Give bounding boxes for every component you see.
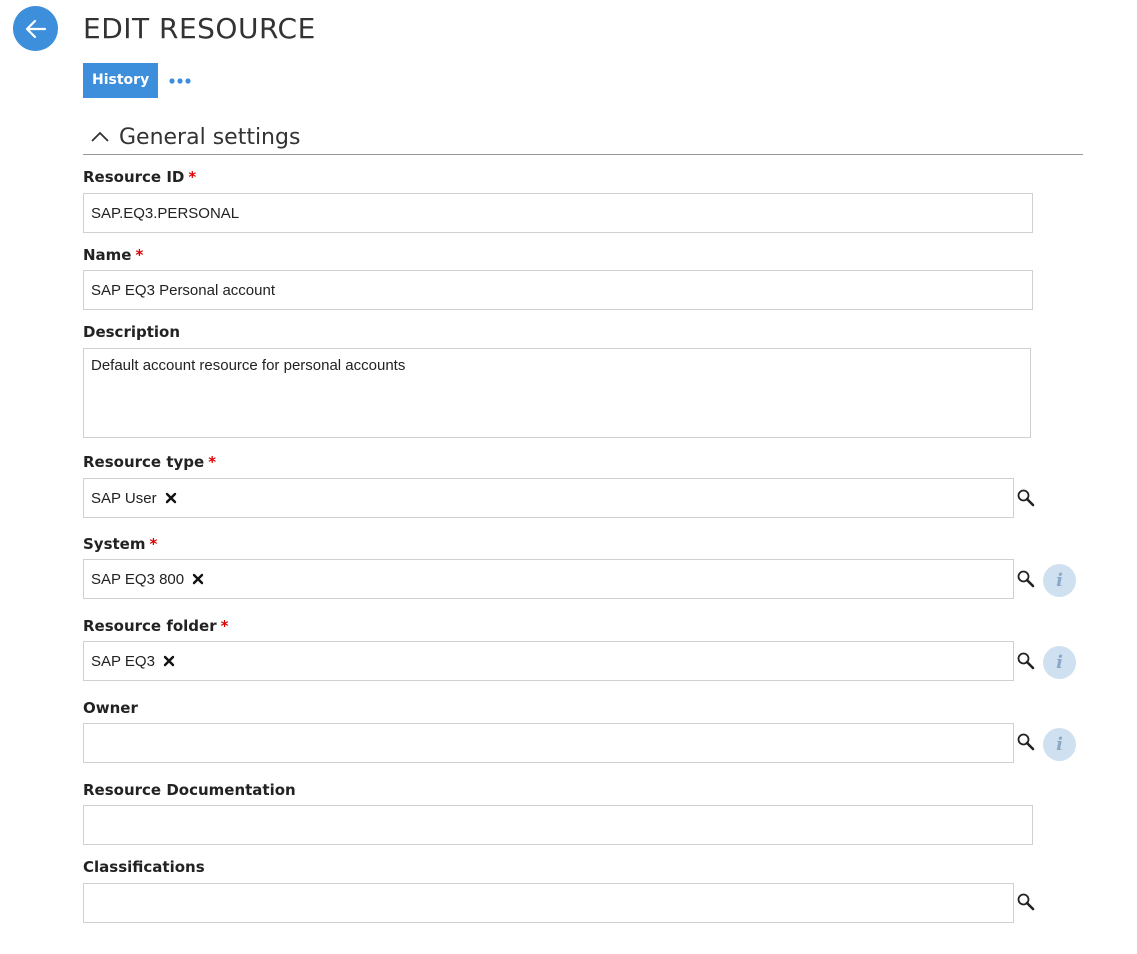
more-actions-button[interactable] — [166, 70, 194, 92]
resource-id-label-text: Resource ID — [83, 168, 185, 186]
system-input[interactable]: SAP EQ3 800 — [83, 559, 1014, 599]
resource-folder-label-text: Resource folder — [83, 617, 217, 635]
section-title: General settings — [119, 124, 301, 150]
name-label-text: Name — [83, 246, 132, 264]
owner-input[interactable] — [83, 723, 1014, 763]
description-value: Default account resource for personal ac… — [91, 357, 406, 374]
name-label: Name * — [83, 246, 143, 264]
classifications-label-text: Classifications — [83, 858, 205, 876]
owner-label-text: Owner — [83, 699, 138, 717]
remove-tag-icon[interactable] — [192, 573, 204, 585]
system-label: System * — [83, 535, 157, 553]
required-marker: * — [220, 617, 229, 635]
system-label-text: System — [83, 535, 146, 553]
resource-folder-tag: SAP EQ3 — [91, 653, 175, 670]
resource-id-label: Resource ID * — [83, 168, 196, 186]
resource-folder-input[interactable]: SAP EQ3 — [83, 641, 1014, 681]
required-marker: * — [188, 168, 197, 186]
resource-type-tag: SAP User — [91, 490, 177, 507]
history-button[interactable]: History — [83, 63, 159, 98]
remove-tag-icon[interactable] — [165, 492, 177, 504]
back-button[interactable] — [13, 6, 58, 51]
search-icon[interactable] — [1016, 732, 1036, 752]
search-icon[interactable] — [1016, 488, 1036, 508]
page-title: EDIT RESOURCE — [83, 12, 316, 45]
info-icon[interactable]: i — [1043, 564, 1076, 597]
remove-tag-icon[interactable] — [163, 655, 175, 667]
required-marker: * — [208, 453, 217, 471]
search-icon[interactable] — [1016, 569, 1036, 589]
resource-folder-label: Resource folder * — [83, 617, 228, 635]
description-label-text: Description — [83, 323, 181, 341]
resource-type-label-text: Resource type — [83, 453, 205, 471]
general-settings-toggle[interactable]: General settings — [83, 120, 1083, 155]
owner-label: Owner — [83, 699, 138, 717]
resource-documentation-label: Resource Documentation — [83, 781, 296, 799]
required-marker: * — [135, 246, 144, 264]
system-tag: SAP EQ3 800 — [91, 571, 204, 588]
resource-type-input[interactable]: SAP User — [83, 478, 1014, 518]
resource-id-input[interactable]: SAP.EQ3.PERSONAL — [83, 193, 1033, 233]
description-label: Description — [83, 323, 180, 341]
info-icon[interactable]: i — [1043, 728, 1076, 761]
chevron-up-icon — [91, 131, 109, 142]
search-icon[interactable] — [1016, 651, 1036, 671]
name-input[interactable]: SAP EQ3 Personal account — [83, 270, 1033, 310]
resource-documentation-input[interactable] — [83, 805, 1033, 845]
system-tag-text: SAP EQ3 800 — [91, 570, 185, 588]
resource-id-value: SAP.EQ3.PERSONAL — [91, 204, 240, 222]
resource-type-tag-text: SAP User — [91, 489, 157, 507]
classifications-label: Classifications — [83, 858, 205, 876]
info-icon[interactable]: i — [1043, 646, 1076, 679]
search-icon[interactable] — [1016, 892, 1036, 912]
resource-folder-tag-text: SAP EQ3 — [91, 652, 155, 670]
classifications-input[interactable] — [83, 883, 1014, 923]
arrow-left-icon — [25, 19, 46, 38]
resource-type-label: Resource type * — [83, 453, 216, 471]
description-textarea[interactable]: Default account resource for personal ac… — [83, 348, 1031, 438]
resource-documentation-label-text: Resource Documentation — [83, 781, 296, 799]
required-marker: * — [149, 535, 158, 553]
name-value: SAP EQ3 Personal account — [91, 281, 275, 299]
more-dots-icon — [169, 78, 191, 84]
